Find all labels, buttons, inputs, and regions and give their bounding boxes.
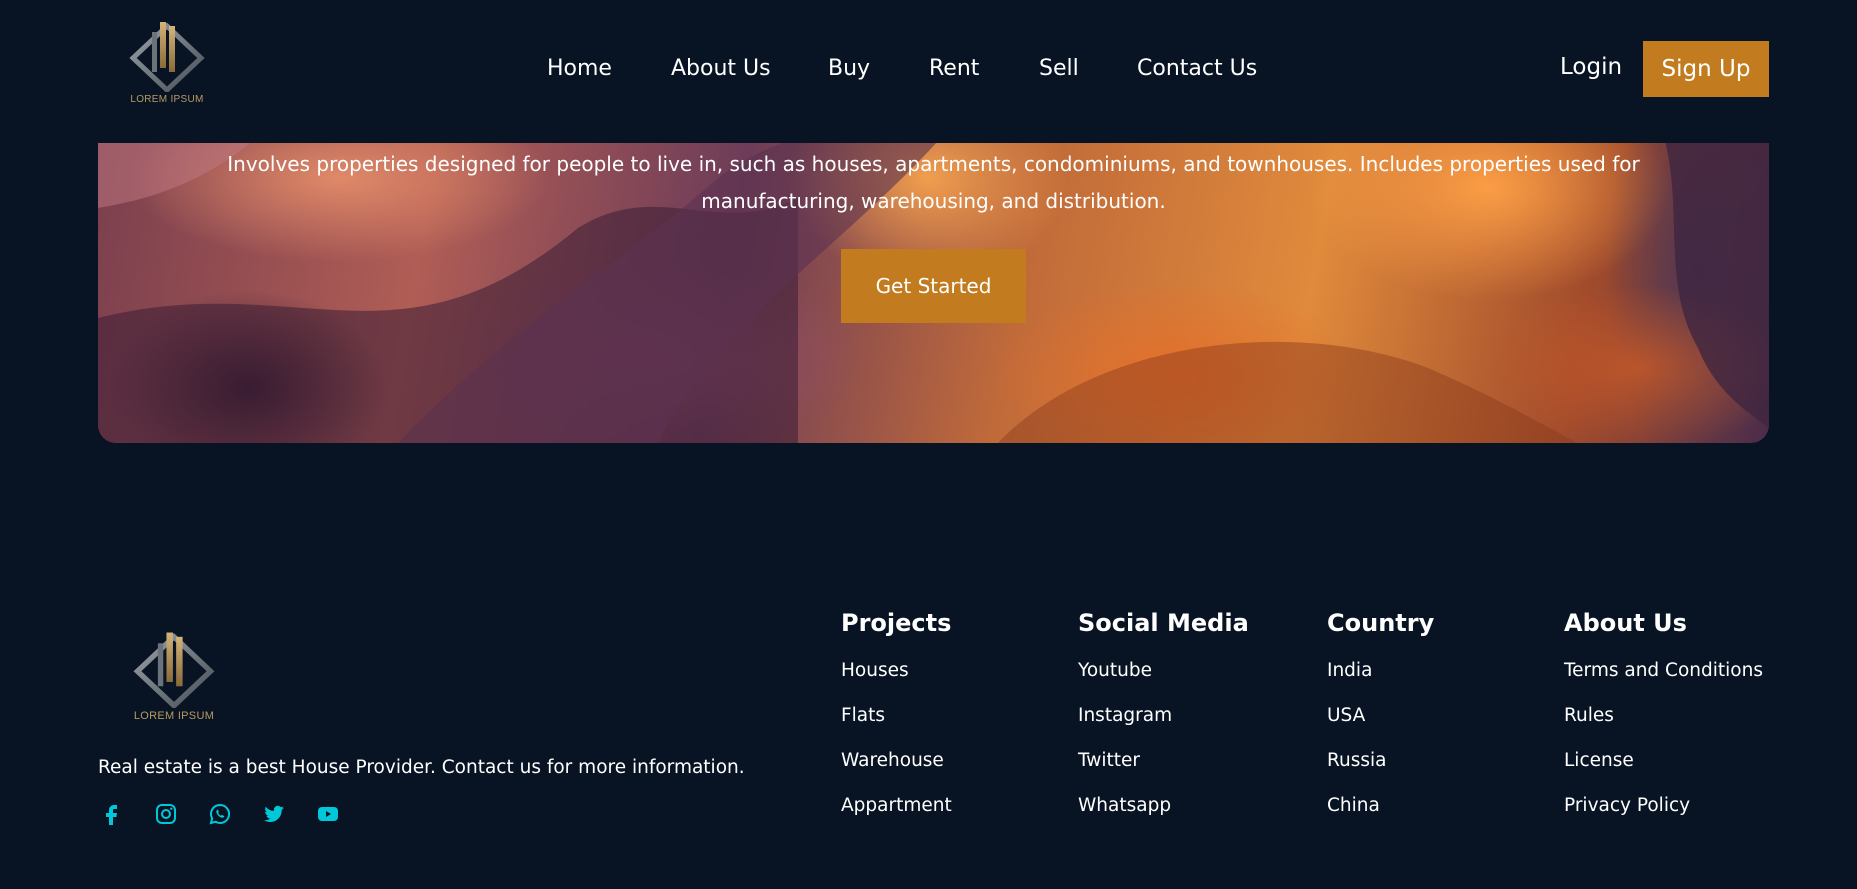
whatsapp-icon[interactable]	[206, 800, 234, 828]
footer-link-warehouse[interactable]: Warehouse	[841, 750, 944, 771]
logo-mark-icon	[129, 22, 205, 92]
site-header: LOREM IPSUM Home About Us Buy Rent Sell …	[0, 0, 1857, 143]
footer-link-houses[interactable]: Houses	[841, 660, 909, 681]
nav-about-us[interactable]: About Us	[671, 56, 771, 81]
footer-link-youtube[interactable]: Youtube	[1078, 660, 1152, 681]
get-started-button[interactable]: Get Started	[841, 249, 1026, 323]
footer-link-appartment[interactable]: Appartment	[841, 795, 952, 816]
twitter-icon[interactable]	[260, 800, 288, 828]
signup-button[interactable]: Sign Up	[1643, 41, 1769, 97]
footer-link-rules[interactable]: Rules	[1564, 705, 1614, 726]
hero-description: Involves properties designed for people …	[227, 152, 1640, 213]
footer-link-twitter[interactable]: Twitter	[1078, 750, 1140, 771]
footer-description: Real estate is a best House Provider. Co…	[98, 757, 745, 778]
hero-banner: Involves properties designed for people …	[98, 118, 1769, 443]
footer-col-title: About Us	[1564, 609, 1687, 637]
footer-col-social-media: Social Media Youtube Instagram Twitter W…	[1078, 609, 1249, 816]
footer-col-title: Projects	[841, 609, 952, 637]
footer-link-russia[interactable]: Russia	[1327, 750, 1387, 771]
footer-link-usa[interactable]: USA	[1327, 705, 1365, 726]
logo-mark-icon	[133, 632, 215, 708]
instagram-icon[interactable]	[152, 800, 180, 828]
footer-col-title: Country	[1327, 609, 1435, 637]
footer-link-instagram[interactable]: Instagram	[1078, 705, 1172, 726]
nav-contact-us[interactable]: Contact Us	[1137, 56, 1257, 81]
youtube-icon[interactable]	[314, 800, 342, 828]
footer-link-license[interactable]: License	[1564, 750, 1634, 771]
footer-link-whatsapp[interactable]: Whatsapp	[1078, 795, 1171, 816]
footer-col-about-us: About Us Terms and Conditions Rules Lice…	[1564, 609, 1763, 816]
nav-sell[interactable]: Sell	[1039, 56, 1079, 81]
social-links	[98, 800, 368, 828]
footer-link-terms[interactable]: Terms and Conditions	[1564, 660, 1763, 681]
footer-col-title: Social Media	[1078, 609, 1249, 637]
footer-link-privacy-policy[interactable]: Privacy Policy	[1564, 795, 1690, 816]
footer-logo-text: LOREM IPSUM	[133, 710, 215, 722]
nav-rent[interactable]: Rent	[929, 56, 979, 81]
logo[interactable]: LOREM IPSUM	[122, 18, 212, 105]
nav-buy[interactable]: Buy	[828, 56, 870, 81]
footer-link-india[interactable]: India	[1327, 660, 1372, 681]
footer-logo[interactable]: LOREM IPSUM	[126, 628, 222, 722]
footer-col-country: Country India USA Russia China	[1327, 609, 1435, 816]
footer-link-china[interactable]: China	[1327, 795, 1380, 816]
logo-text: LOREM IPSUM	[130, 94, 204, 105]
footer-link-flats[interactable]: Flats	[841, 705, 885, 726]
facebook-icon[interactable]	[98, 800, 126, 828]
login-link[interactable]: Login	[1560, 54, 1622, 80]
footer-col-projects: Projects Houses Flats Warehouse Appartme…	[841, 609, 952, 816]
nav-home[interactable]: Home	[547, 56, 612, 81]
